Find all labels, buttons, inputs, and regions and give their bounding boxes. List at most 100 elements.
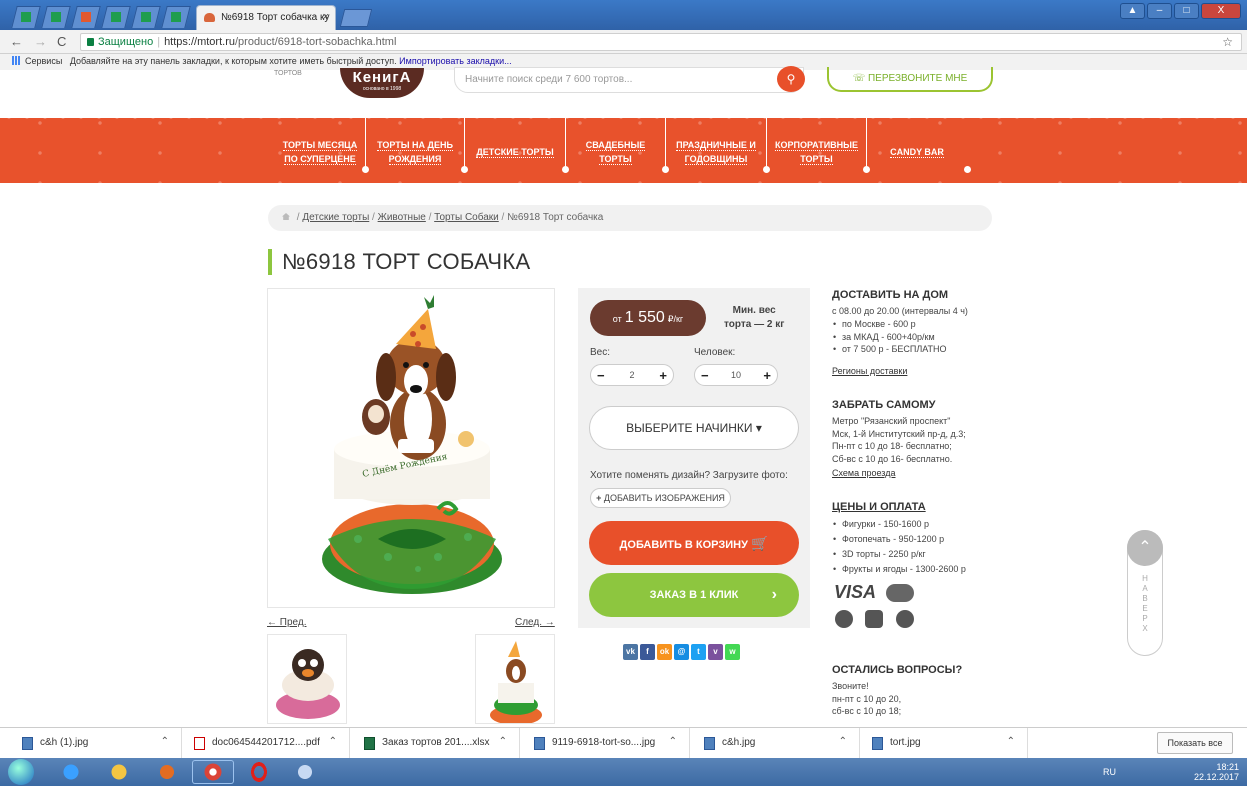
download-item[interactable]: doc064544201712....pdf ⌃ <box>190 728 350 759</box>
people-value[interactable]: 10 <box>731 370 741 380</box>
prev-photo-link[interactable]: ← Пред. <box>267 617 306 628</box>
callback-button[interactable]: ☏ ПЕРЕЗВОНИТЕ МНЕ <box>827 67 993 92</box>
chevron-up-icon[interactable]: ⌃ <box>499 736 507 747</box>
bookmark-star-icon[interactable]: ☆ <box>1222 35 1233 49</box>
whatsapp-icon[interactable]: w <box>725 644 740 660</box>
design-question: Хотите поменять дизайн? Загрузите фото: <box>590 470 788 481</box>
chevron-up-icon[interactable]: ⌃ <box>669 736 677 747</box>
plus-icon[interactable]: + <box>659 368 667 383</box>
chrome-icon[interactable] <box>192 760 234 784</box>
menu-item-corporate-cakes[interactable]: КОРПОРАТИВНЫЕ ТОРТЫ <box>767 130 866 174</box>
next-photo-link[interactable]: След. → <box>515 617 555 628</box>
vk-icon[interactable]: vk <box>623 644 638 660</box>
url-input[interactable]: Защищено | https://mtort.ru/product/6918-t… <box>80 33 1242 51</box>
breadcrumb-link[interactable]: Животные <box>378 212 426 223</box>
apps-grid-icon[interactable] <box>12 56 21 65</box>
menu-item-wedding-cakes[interactable]: СВАДЕБНЫЕ ТОРТЫ <box>566 130 665 174</box>
delivery-title: ДОСТАВИТЬ НА ДОМ <box>832 289 949 301</box>
home-icon[interactable] <box>282 213 290 220</box>
new-tab-button[interactable] <box>339 9 373 27</box>
download-item[interactable]: Заказ тортов 201....xlsx ⌃ <box>360 728 520 759</box>
delivery-regions-link[interactable]: Регионы доставки <box>832 366 907 376</box>
import-bookmarks-link[interactable]: Импортировать закладки... <box>399 56 511 66</box>
thumbnail[interactable] <box>475 634 555 724</box>
show-all-downloads-button[interactable]: Показать все <box>1157 732 1233 754</box>
viber-icon[interactable]: v <box>708 644 723 660</box>
download-item[interactable]: tort.jpg ⌃ <box>868 728 1028 759</box>
maximize-button[interactable]: □ <box>1174 3 1199 19</box>
menu-item-kids-cakes[interactable]: ДЕТСКИЕ ТОРТЫ <box>465 130 565 174</box>
opera-icon[interactable] <box>238 760 280 784</box>
pinned-tab[interactable] <box>131 6 161 28</box>
download-item[interactable]: 9119-6918-tort-so....jpg ⌃ <box>530 728 690 759</box>
back-arrow-icon[interactable]: ← <box>10 34 23 49</box>
minimize-button[interactable]: – <box>1147 3 1172 19</box>
start-button[interactable] <box>8 759 34 785</box>
chevron-up-icon[interactable]: ⌃ <box>1007 736 1015 747</box>
network-app-icon[interactable] <box>284 760 326 784</box>
system-clock[interactable]: 18:21 22.12.2017 <box>1194 762 1239 782</box>
pinned-tab[interactable] <box>71 6 101 28</box>
user-icon[interactable]: ▲ <box>1120 3 1145 19</box>
forward-arrow-icon[interactable]: → <box>34 34 47 49</box>
prices-list: Фигурки - 150-1600 р Фотопечать - 950-12… <box>832 517 966 577</box>
media-player-icon[interactable] <box>146 760 188 784</box>
chevron-up-icon[interactable]: ⌃ <box>161 736 169 747</box>
internet-explorer-icon[interactable] <box>50 760 92 784</box>
weight-value[interactable]: 2 <box>629 370 634 380</box>
menu-item-holiday-cakes[interactable]: ПРАЗДНИЧНЫЕ И ГОДОВЩИНЫ <box>666 130 766 174</box>
pinned-tab[interactable] <box>41 6 71 28</box>
chevron-up-icon[interactable]: ⌃ <box>329 736 337 747</box>
pdf-file-icon <box>194 737 205 750</box>
map-link[interactable]: Схема проезда <box>832 468 895 478</box>
list-item: Фигурки - 150-1600 р <box>832 517 966 532</box>
menu-item-candy-bar[interactable]: CANDY BAR <box>867 130 967 174</box>
twitter-icon[interactable]: t <box>691 644 706 660</box>
close-window-button[interactable]: X <box>1201 3 1241 19</box>
odnoklassniki-icon[interactable]: ok <box>657 644 672 660</box>
language-indicator[interactable]: RU <box>1103 767 1116 777</box>
webmoney-icon <box>835 610 853 628</box>
excel-file-icon <box>364 737 375 750</box>
delivery-hours: с 08.00 до 20.00 (интервалы 4 ч) <box>832 306 968 316</box>
image-file-icon <box>22 737 33 750</box>
tab-close-icon[interactable]: × <box>323 11 329 23</box>
breadcrumb-link[interactable]: Торты Собаки <box>434 212 499 223</box>
one-click-order-button[interactable]: ЗАКАЗ В 1 КЛИК › <box>589 573 799 617</box>
mastercard-icon <box>886 584 914 602</box>
minus-icon[interactable]: − <box>701 368 709 383</box>
pinned-tab[interactable] <box>101 6 131 28</box>
download-item[interactable]: c&h.jpg ⌃ <box>700 728 860 759</box>
moimir-icon[interactable]: @ <box>674 644 689 660</box>
download-item[interactable]: c&h (1).jpg ⌃ <box>18 728 182 759</box>
search-button[interactable]: ⚲ <box>777 66 805 92</box>
weight-stepper[interactable]: − 2 + <box>590 364 674 386</box>
thumbnail-image <box>276 649 340 719</box>
search-input[interactable]: Начните поиск среди 7 600 тортов... <box>454 67 804 93</box>
scroll-to-top-button[interactable]: ⌃ НАВЕРХ <box>1127 530 1163 656</box>
pinned-tab[interactable] <box>11 6 41 28</box>
main-menu: ТОРТЫ МЕСЯЦА ПО СУПЕРЦЕНЕ ТОРТЫ НА ДЕНЬ РО… <box>0 118 1247 183</box>
chevron-up-icon[interactable]: ⌃ <box>839 736 847 747</box>
screen: №6918 Торт собачка ку × ▲ – □ X ← → C За… <box>0 0 1247 786</box>
fillings-dropdown[interactable]: ВЫБЕРИТЕ НАЧИНКИ ▾ <box>589 406 799 450</box>
add-to-cart-button[interactable]: ДОБАВИТЬ В КОРЗИНУ 🛒 <box>589 521 799 565</box>
pinned-tab[interactable] <box>161 6 191 28</box>
list-item: за МКАД - 600+40р/км <box>832 331 947 344</box>
prices-title[interactable]: ЦЕНЫ И ОПЛАТА <box>832 501 926 513</box>
plus-icon[interactable]: + <box>763 368 771 383</box>
phone-icon: ☏ <box>852 73 868 84</box>
menu-item-month-cakes[interactable]: ТОРТЫ МЕСЯЦА ПО СУПЕРЦЕНЕ <box>275 130 365 174</box>
thumbnail[interactable] <box>267 634 347 724</box>
explorer-folder-icon[interactable] <box>98 760 140 784</box>
menu-item-birthday-cakes[interactable]: ТОРТЫ НА ДЕНЬ РОЖДЕНИЯ <box>366 130 464 174</box>
add-image-button[interactable]: + ДОБАВИТЬ ИЗОБРАЖЕНИЯ <box>590 488 731 508</box>
active-tab[interactable]: №6918 Торт собачка ку × <box>196 5 336 30</box>
people-stepper[interactable]: − 10 + <box>694 364 778 386</box>
breadcrumb-link[interactable]: Детские торты <box>302 212 369 223</box>
facebook-icon[interactable]: f <box>640 644 655 660</box>
apps-link[interactable]: Сервисы <box>25 56 62 66</box>
minus-icon[interactable]: − <box>597 368 605 383</box>
reload-icon[interactable]: C <box>57 34 66 49</box>
product-photo[interactable]: С Днём Рождения <box>267 288 555 608</box>
